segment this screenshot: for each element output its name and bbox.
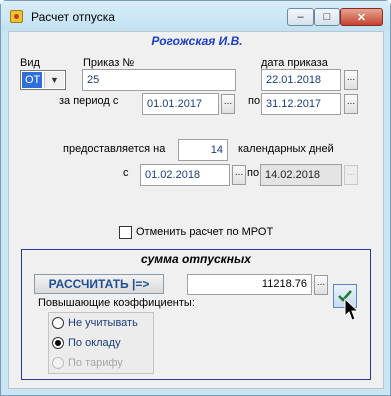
days-field[interactable]: 14 xyxy=(178,139,228,161)
vacation-from-picker-button[interactable]: ... xyxy=(232,165,246,185)
order-date-picker-button[interactable]: ... xyxy=(344,70,358,90)
calculate-button[interactable]: РАССЧИТАТЬ |=> xyxy=(34,274,164,294)
radio-salary-label[interactable]: По окладу xyxy=(68,337,121,349)
window-title: Расчет отпуска xyxy=(31,10,115,24)
period-from-picker-button[interactable]: ... xyxy=(221,94,235,114)
granted-label: предоставляется на xyxy=(63,143,166,155)
employee-name: Рогожская И.В. xyxy=(151,34,243,48)
mrot-checkbox[interactable] xyxy=(119,226,132,239)
radio-tariff-label: По тарифу xyxy=(68,357,123,369)
chevron-down-icon[interactable]: ▼ xyxy=(44,72,64,88)
order-date-label: дата приказа xyxy=(261,57,328,69)
amount-details-button[interactable]: ... xyxy=(314,275,328,295)
vacation-from-field[interactable]: 01.02.2018 xyxy=(140,164,230,186)
vacation-to-field: 14.02.2018 xyxy=(260,164,342,186)
vacation-to-label: по xyxy=(247,167,260,179)
mouse-cursor-icon xyxy=(344,298,360,321)
type-combobox-value: ОТ xyxy=(22,72,42,88)
days-unit-label: календарных дней xyxy=(238,143,334,155)
vacation-pay-title: сумма отпускных xyxy=(141,252,251,266)
period-to-field[interactable]: 31.12.2017 xyxy=(261,93,341,115)
vacation-to-picker-button: ... xyxy=(344,165,358,185)
coefficients-radio-group: Не учитывать По окладу По тарифу xyxy=(48,312,154,374)
type-combobox[interactable]: ОТ ▼ xyxy=(20,70,66,90)
minimize-button[interactable]: – xyxy=(287,8,314,26)
order-number-field[interactable]: 25 xyxy=(82,69,236,91)
order-number-label: Приказ № xyxy=(83,57,135,69)
order-date-field[interactable]: 22.01.2018 xyxy=(261,69,341,91)
period-from-label: за период с xyxy=(59,95,119,107)
title-bar[interactable]: Расчет отпуска – □ ✕ xyxy=(1,1,390,31)
radio-tariff xyxy=(52,357,64,369)
close-button[interactable]: ✕ xyxy=(340,8,383,26)
radio-salary[interactable] xyxy=(52,337,64,349)
period-to-label: по xyxy=(248,95,261,107)
mrot-checkbox-label[interactable]: Отменить расчет по МРОТ xyxy=(136,226,273,238)
maximize-button[interactable]: □ xyxy=(314,8,340,26)
form-area: Рогожская И.В. Вид ОТ ▼ Приказ № 25 дата… xyxy=(8,31,384,389)
radio-ignore-label[interactable]: Не учитывать xyxy=(68,317,138,329)
coefficients-label: Повышающие коэффициенты: xyxy=(38,297,195,309)
period-to-picker-button[interactable]: ... xyxy=(344,94,358,114)
vacation-pay-amount-field[interactable]: 11218.76 xyxy=(187,274,312,295)
vacation-from-label: с xyxy=(123,167,129,179)
app-icon xyxy=(10,10,23,23)
type-label: Вид xyxy=(20,57,40,69)
vacation-pay-group: сумма отпускных РАССЧИТАТЬ |=> 11218.76 … xyxy=(21,249,371,380)
radio-ignore[interactable] xyxy=(52,317,64,329)
period-from-field[interactable]: 01.01.2017 xyxy=(142,93,219,115)
app-window: Расчет отпуска – □ ✕ Рогожская И.В. Вид … xyxy=(0,0,391,396)
